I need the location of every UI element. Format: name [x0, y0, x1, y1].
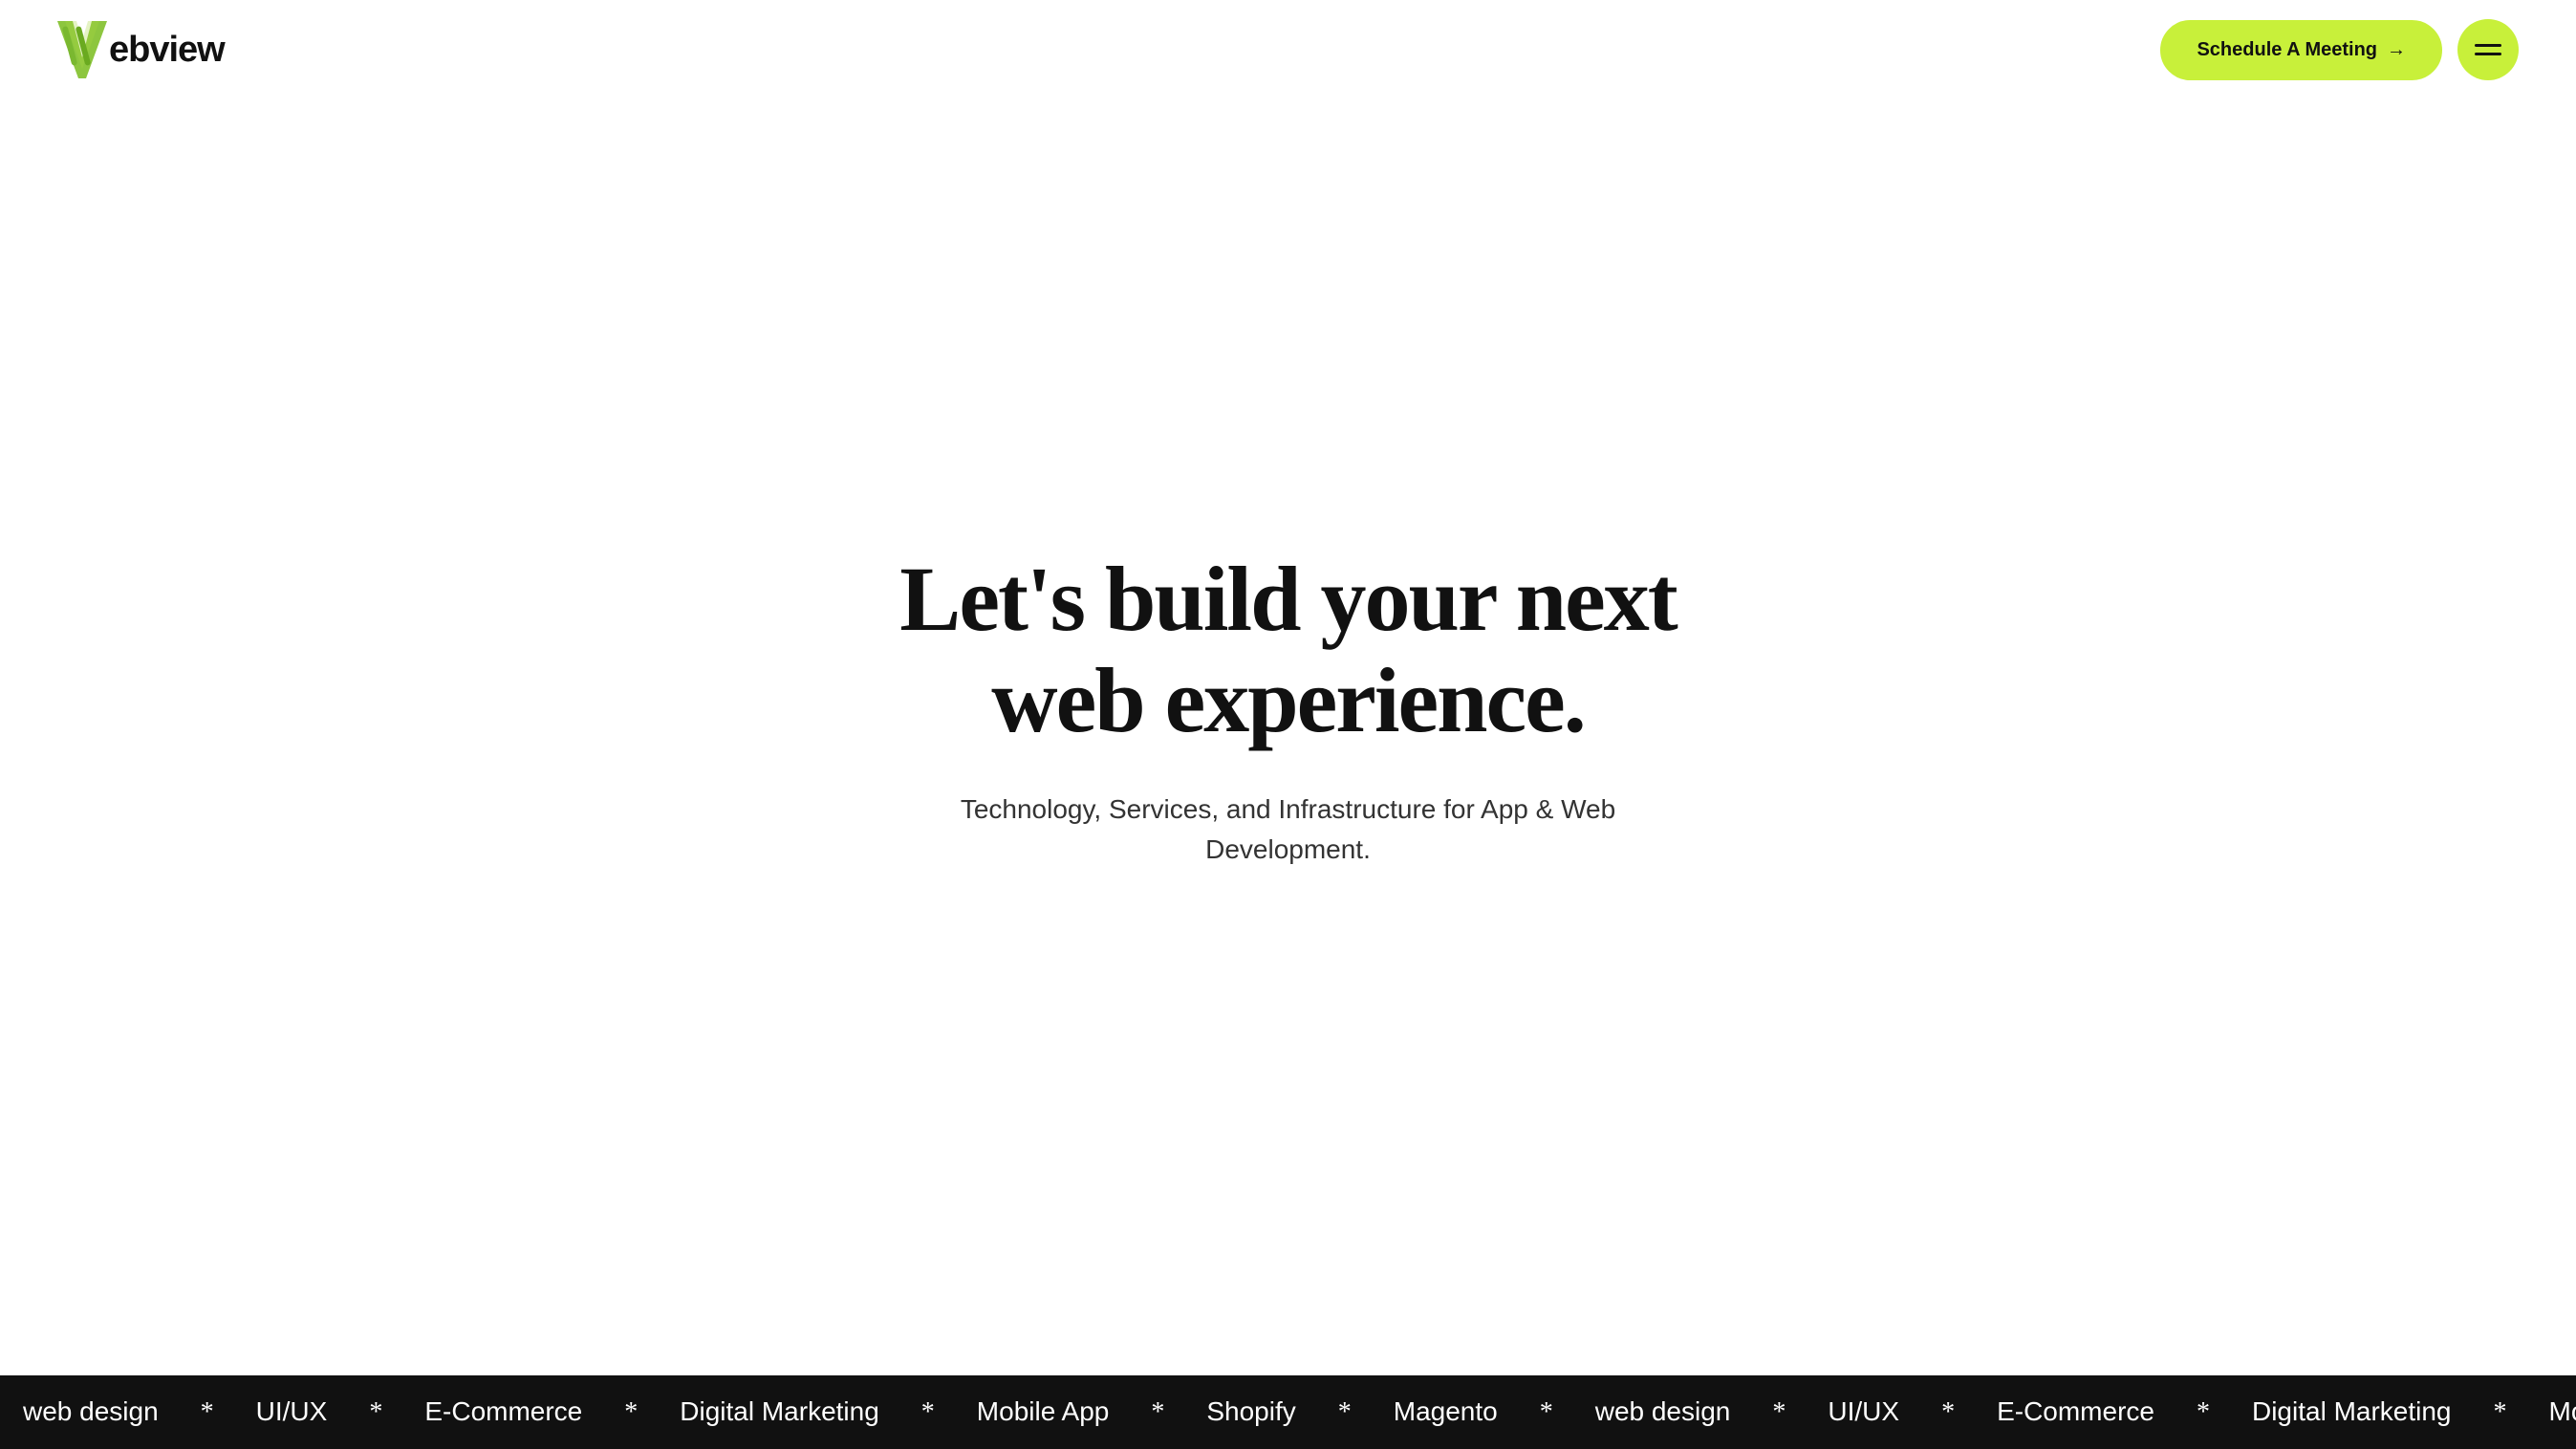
hero-section: Let's build your next web experience. Te… [0, 99, 2576, 1357]
ticker-bar: web design * UI/UX * E-Commerce * Digita… [0, 1375, 2576, 1449]
ticker-item: E-Commerce [424, 1396, 582, 1427]
ticker-item: web design [1595, 1396, 1731, 1427]
logo-icon [57, 21, 107, 78]
schedule-btn-label: Schedule A Meeting [2197, 39, 2377, 61]
ticker-item: UI/UX [256, 1396, 328, 1427]
ticker-item: Mobile App [977, 1396, 1110, 1427]
ticker-separator: * [921, 1397, 935, 1428]
ticker-separator: * [369, 1397, 382, 1428]
hamburger-menu-button[interactable] [2457, 19, 2519, 80]
ticker-item: Shopify [1206, 1396, 1295, 1427]
ticker-separator: * [1338, 1397, 1352, 1428]
ticker-item: UI/UX [1828, 1396, 1899, 1427]
arrow-icon: → [2387, 39, 2406, 61]
site-header: ebview Schedule A Meeting → [0, 0, 2576, 99]
ticker-item: Digital Marketing [2252, 1396, 2452, 1427]
ticker-separator: * [1772, 1397, 1786, 1428]
ticker-separator: * [201, 1397, 214, 1428]
logo-text: ebview [109, 30, 225, 71]
ticker-item: web design [23, 1396, 159, 1427]
hamburger-line-2 [2475, 53, 2501, 55]
ticker-separator: * [1941, 1397, 1955, 1428]
header-actions: Schedule A Meeting → [2160, 19, 2519, 80]
ticker-separator: * [2494, 1397, 2507, 1428]
hamburger-line-1 [2475, 44, 2501, 47]
logo[interactable]: ebview [57, 21, 225, 78]
ticker-item: Digital Marketing [680, 1396, 879, 1427]
ticker-item: Mobile App [2549, 1396, 2576, 1427]
schedule-meeting-button[interactable]: Schedule A Meeting → [2160, 20, 2442, 80]
ticker-item: E-Commerce [1997, 1396, 2154, 1427]
hero-title: Let's build your next web experience. [899, 549, 1676, 750]
ticker-separator: * [2197, 1397, 2210, 1428]
ticker-content: web design * UI/UX * E-Commerce * Digita… [0, 1396, 2576, 1428]
hero-subtitle: Technology, Services, and Infrastructure… [906, 789, 1671, 870]
ticker-separator: * [624, 1397, 638, 1428]
ticker-separator: * [1151, 1397, 1164, 1428]
ticker-item: Magento [1394, 1396, 1498, 1427]
ticker-separator: * [1540, 1397, 1553, 1428]
